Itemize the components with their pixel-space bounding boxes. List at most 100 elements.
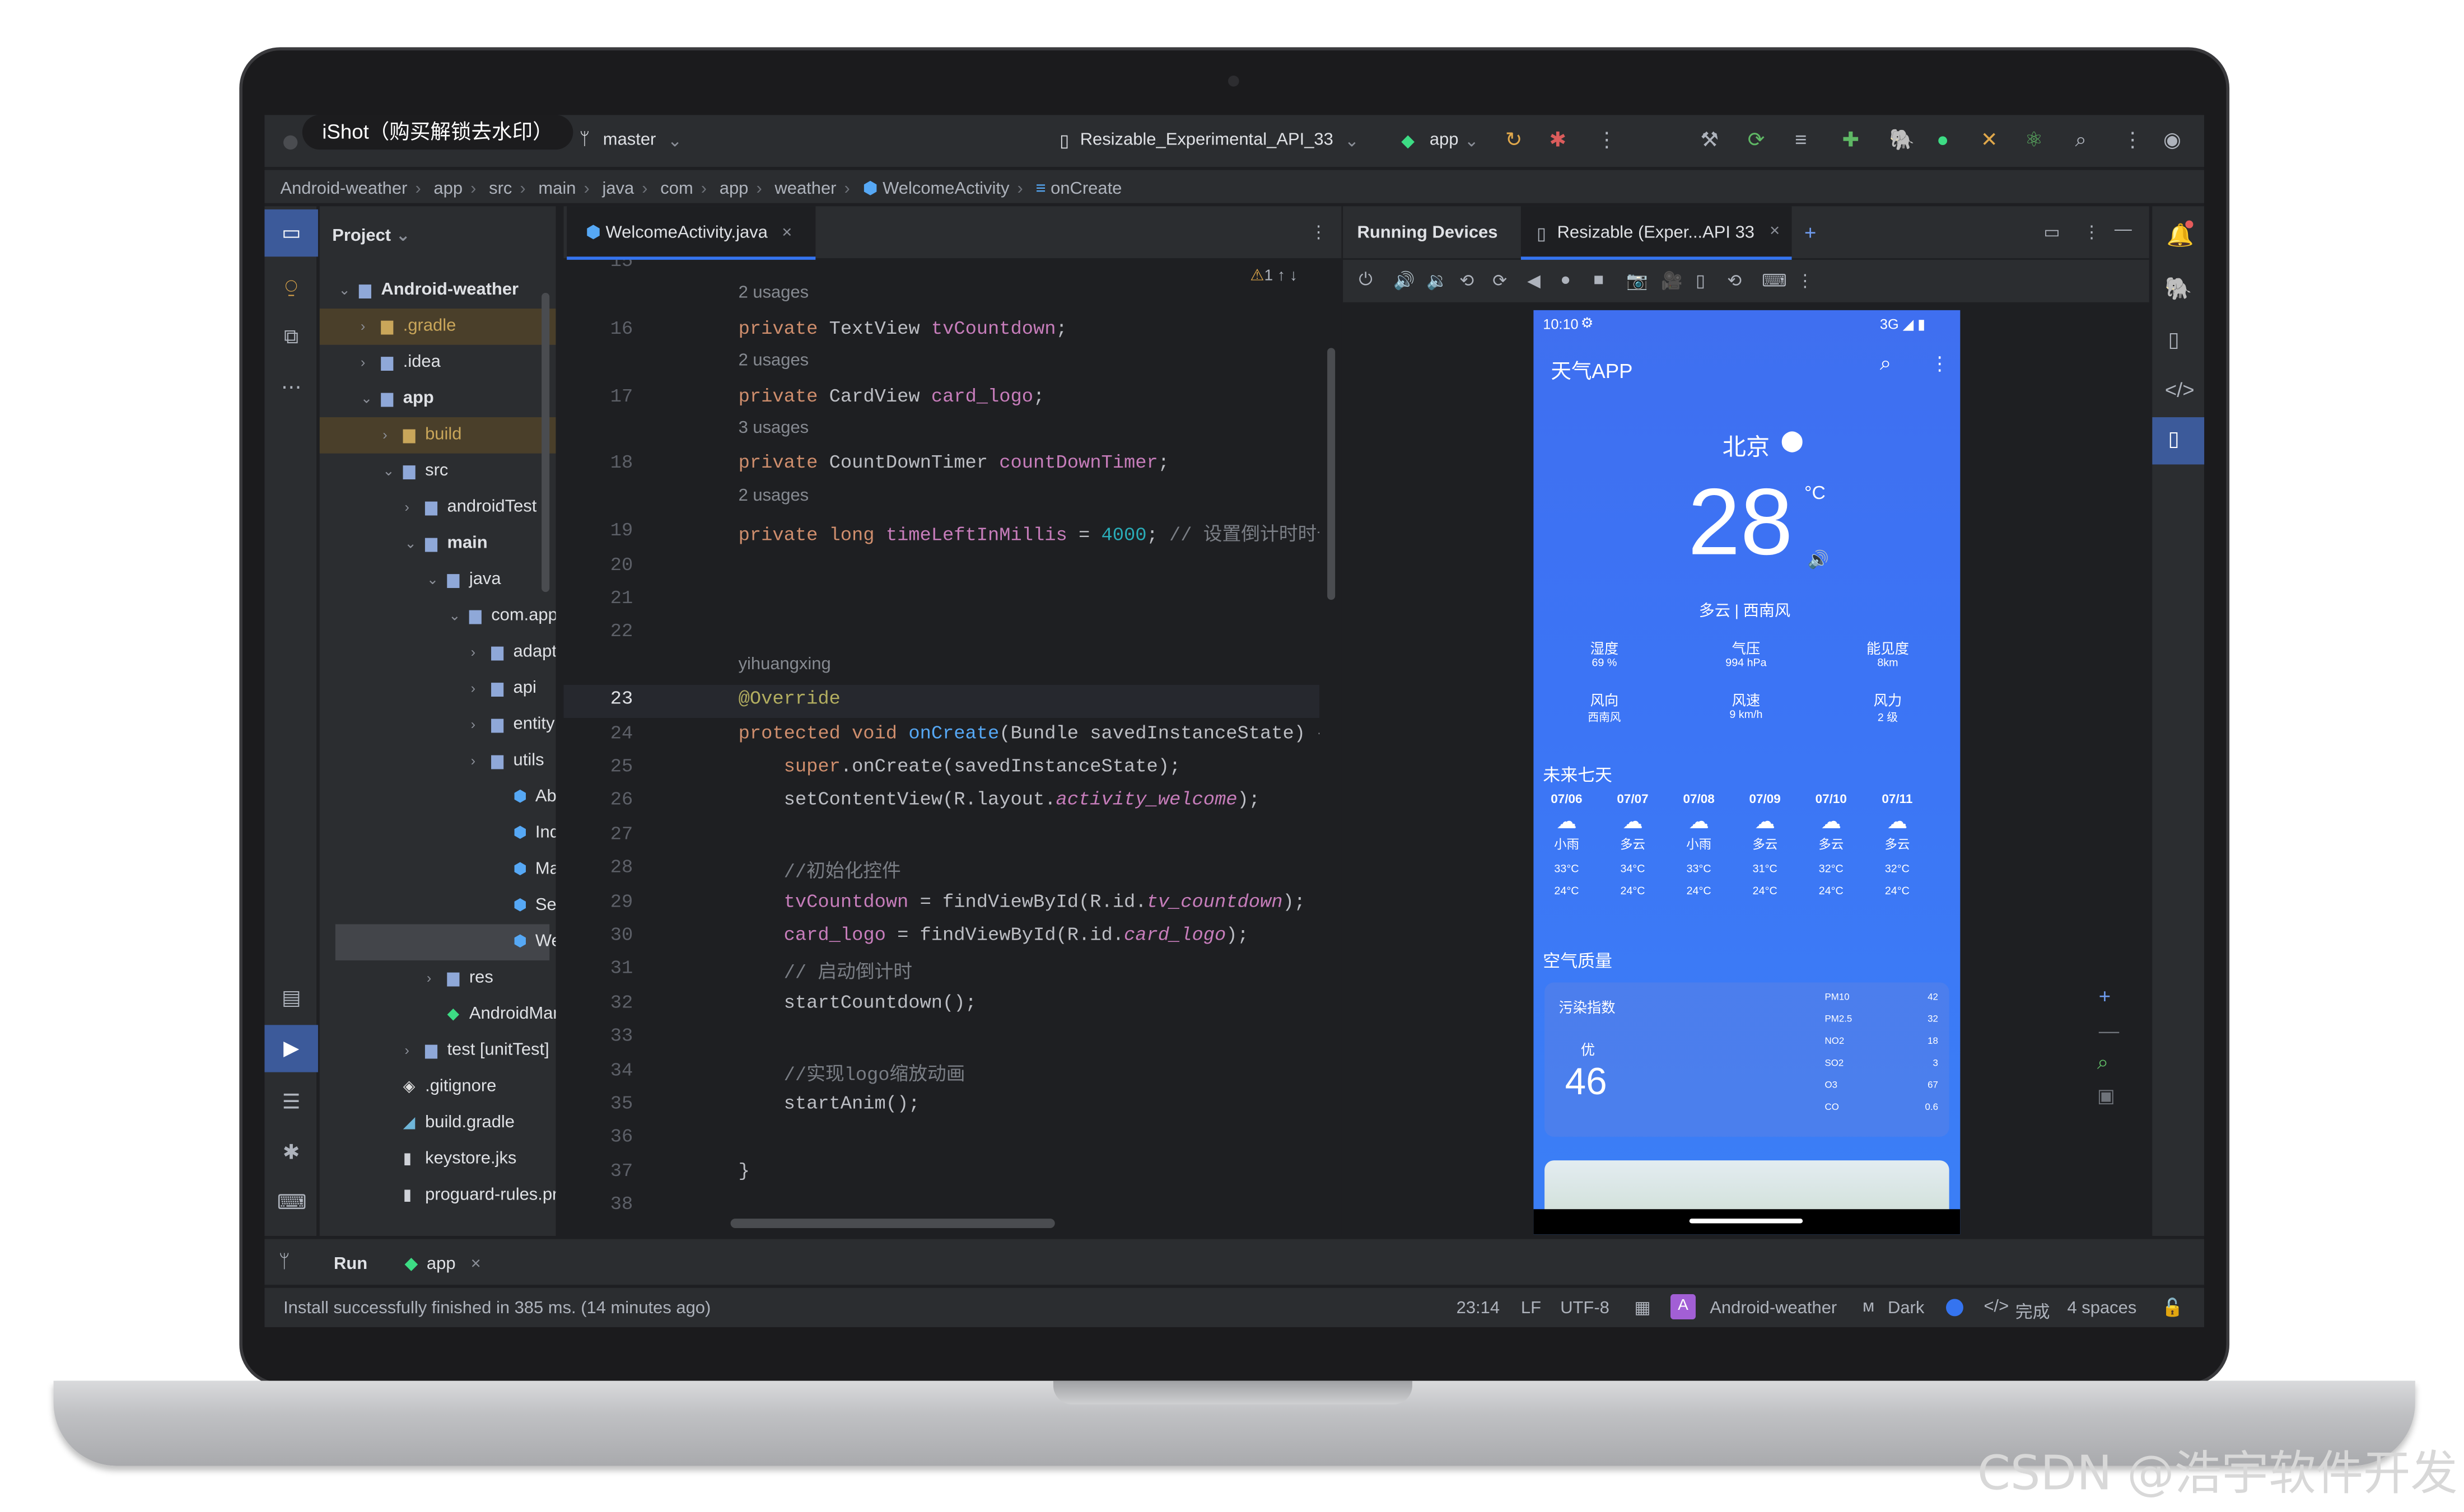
tab-welcome-activity[interactable]: ⬢ WelcomeActivity.java × [567, 206, 816, 260]
search-icon[interactable]: ⌕ [1880, 351, 1891, 376]
device-manager-icon[interactable]: ● [1936, 128, 1949, 151]
chevron-right-icon[interactable]: › [471, 671, 475, 707]
chevron-down-icon[interactable]: ⌄ [382, 454, 394, 490]
usage-hint[interactable]: 2 usages [739, 486, 809, 505]
more-icon[interactable]: ⋮ [2083, 222, 2101, 242]
running-devices-icon[interactable]: ▯ [2168, 427, 2179, 452]
tree-item[interactable]: › ▆ api [320, 671, 556, 707]
home-icon[interactable]: ● [1560, 271, 1571, 290]
tools-icon[interactable]: ✕ [1981, 128, 1998, 153]
device-manager-icon[interactable]: ▯ [2168, 328, 2179, 353]
device-selector[interactable]: Resizable_Experimental_API_33 [1080, 130, 1333, 150]
window-close-dot[interactable] [283, 135, 298, 150]
device-tab[interactable]: ▯ Resizable (Exper...API 33 × [1520, 206, 1792, 260]
search-icon[interactable]: ⌕ [2075, 128, 2087, 153]
chevron-right-icon[interactable]: › [361, 345, 365, 381]
logcat-icon[interactable]: ☰ [277, 1088, 306, 1117]
crumb-app-pkg[interactable]: app [720, 180, 749, 199]
volume-up-icon[interactable]: 🔊 [1393, 271, 1415, 291]
account-icon[interactable]: ◉ [2163, 128, 2181, 153]
run-icon[interactable]: ▶ [277, 1034, 306, 1063]
screenshot-icon[interactable]: 📷 [1626, 271, 1648, 291]
sync-icon[interactable]: ⟳ [1748, 128, 1765, 153]
theme-label[interactable]: Dark [1888, 1299, 1924, 1318]
forecast-day[interactable]: 07/10 ☁ 多云 32°C 24°C [1798, 792, 1864, 897]
power-icon[interactable]: ⏻ [1359, 271, 1372, 292]
fold-icon[interactable]: ▯ [1696, 271, 1705, 291]
tree-item[interactable]: › ▆ res [320, 960, 556, 997]
zoom-fit-icon[interactable]: ⌕ [2097, 1050, 2108, 1075]
forecast-day[interactable]: 07/08 ☁ 小雨 33°C 24°C [1666, 792, 1732, 897]
chevron-right-icon[interactable]: › [405, 1033, 409, 1069]
tree-scrollbar[interactable] [542, 292, 550, 592]
tree-item[interactable]: ▮ keystore.jks [320, 1141, 556, 1178]
phone-screen[interactable]: 10:10 ⚙ 3G ◢ ▮ 天气APP ⌕ ⋮ 北京 ⬤ 28 °C 🔊 多云… [1533, 310, 1961, 1235]
debug-icon[interactable]: ✱ [1550, 128, 1567, 153]
crumb-app[interactable]: app [433, 180, 463, 199]
chevron-right-icon[interactable]: › [361, 309, 365, 345]
settings-icon[interactable]: ⋮ [2122, 128, 2143, 153]
actual-size-icon[interactable]: ▣ [2097, 1085, 2115, 1107]
tree-item[interactable]: › ▆ .idea [320, 345, 556, 381]
code-area[interactable]: 15 2 usages 16 private TextView tvCountdown… [563, 260, 1320, 1220]
keyboard-icon[interactable]: ⌨ [1762, 271, 1787, 291]
crumb-weather[interactable]: weather [774, 180, 836, 199]
encoding[interactable]: UTF-8 [1560, 1299, 1609, 1318]
forecast-day[interactable]: 07/06 ☁ 小雨 33°C 24°C [1533, 792, 1599, 897]
snapshot-icon[interactable]: ⟲ [1727, 271, 1742, 291]
project-name[interactable]: Android-weather [1710, 1299, 1837, 1318]
status-dot[interactable] [1946, 1299, 1963, 1317]
sdk-manager-icon[interactable]: ✚ [1842, 128, 1859, 153]
more-icon[interactable]: ⋮ [1310, 222, 1327, 242]
indent-setting[interactable]: 4 spaces [2067, 1299, 2136, 1318]
usage-hint[interactable]: yihuangxing [739, 655, 831, 674]
tree-item[interactable]: › ▆ adapter [320, 634, 556, 671]
more-icon[interactable]: ⋮ [1597, 128, 1617, 153]
crumb-src[interactable]: src [489, 180, 512, 199]
minimize-icon[interactable]: — [2115, 221, 2132, 240]
home-indicator[interactable] [1689, 1219, 1803, 1224]
tree-item[interactable]: › ▆ test [unitTest] [320, 1033, 556, 1069]
rotate-left-icon[interactable]: ⟲ [1459, 271, 1474, 291]
tree-item[interactable]: ⌄ ▆ app [320, 381, 556, 417]
chevron-down-icon[interactable]: ⌄ [427, 562, 438, 599]
chevron-right-icon[interactable]: › [405, 489, 409, 526]
crumb-project[interactable]: Android-weather [280, 180, 407, 199]
usage-hint[interactable]: 2 usages [739, 351, 809, 370]
back-icon[interactable]: ◀ [1527, 271, 1541, 291]
tree-item[interactable]: ⌄ ▆ com.app [320, 598, 556, 634]
close-icon[interactable]: × [782, 223, 792, 242]
problems-icon[interactable]: ✱ [277, 1138, 306, 1167]
chevron-down-icon[interactable]: ⌄ [338, 272, 350, 309]
code-icon[interactable]: </> [2165, 378, 2195, 402]
crumb-class[interactable]: WelcomeActivity [883, 180, 1009, 199]
close-icon[interactable]: × [471, 1255, 481, 1274]
chevron-right-icon[interactable]: › [471, 707, 475, 743]
line-ending[interactable]: LF [1521, 1299, 1541, 1318]
speaker-icon[interactable]: 🔊 [1808, 549, 1830, 570]
run-config-selector[interactable]: app [1430, 130, 1459, 150]
chevron-right-icon[interactable]: › [471, 743, 475, 780]
tree-item[interactable]: ⬢ SearchActivity [320, 888, 556, 925]
tree-item[interactable]: ◈ .gitignore [320, 1069, 556, 1105]
tree-item[interactable]: › ▆ build [319, 417, 556, 454]
zoom-out-icon[interactable]: — [2099, 1019, 2120, 1042]
project-icon[interactable]: ▭ [277, 219, 306, 248]
tree-item[interactable]: › ▆ androidTest [320, 489, 556, 526]
volume-down-icon[interactable]: 🔉 [1426, 271, 1448, 291]
forecast-strip[interactable]: 07/06 ☁ 小雨 33°C 24°C 07/07 ☁ 多云 34°C 24°C 07/08 ☁ 小雨… [1533, 792, 1960, 934]
overview-icon[interactable]: ■ [1593, 271, 1604, 290]
build-icon[interactable]: ⚒ [1700, 128, 1719, 153]
chevron-down-icon[interactable]: ⌄ [449, 598, 460, 634]
cursor-position[interactable]: 23:14 [1457, 1299, 1500, 1318]
tree-item[interactable]: ⬢ AboutActivity [320, 780, 556, 816]
editor-hscroll[interactable] [730, 1219, 1055, 1228]
tree-item[interactable]: ▮ proguard-rules.pro [320, 1178, 556, 1214]
tree-item[interactable]: › ▆ utils [320, 743, 556, 780]
more-icon[interactable]: ⋮ [1796, 271, 1814, 291]
tree-item[interactable]: ◆ AndroidManifest.xml [320, 997, 556, 1033]
tree-item[interactable]: › ▆ .gradle [319, 309, 556, 345]
commit-icon[interactable]: ⍜ [277, 272, 306, 301]
run-config-tab[interactable]: app [427, 1255, 456, 1274]
terminal-icon[interactable]: ⌨ [277, 1189, 307, 1217]
